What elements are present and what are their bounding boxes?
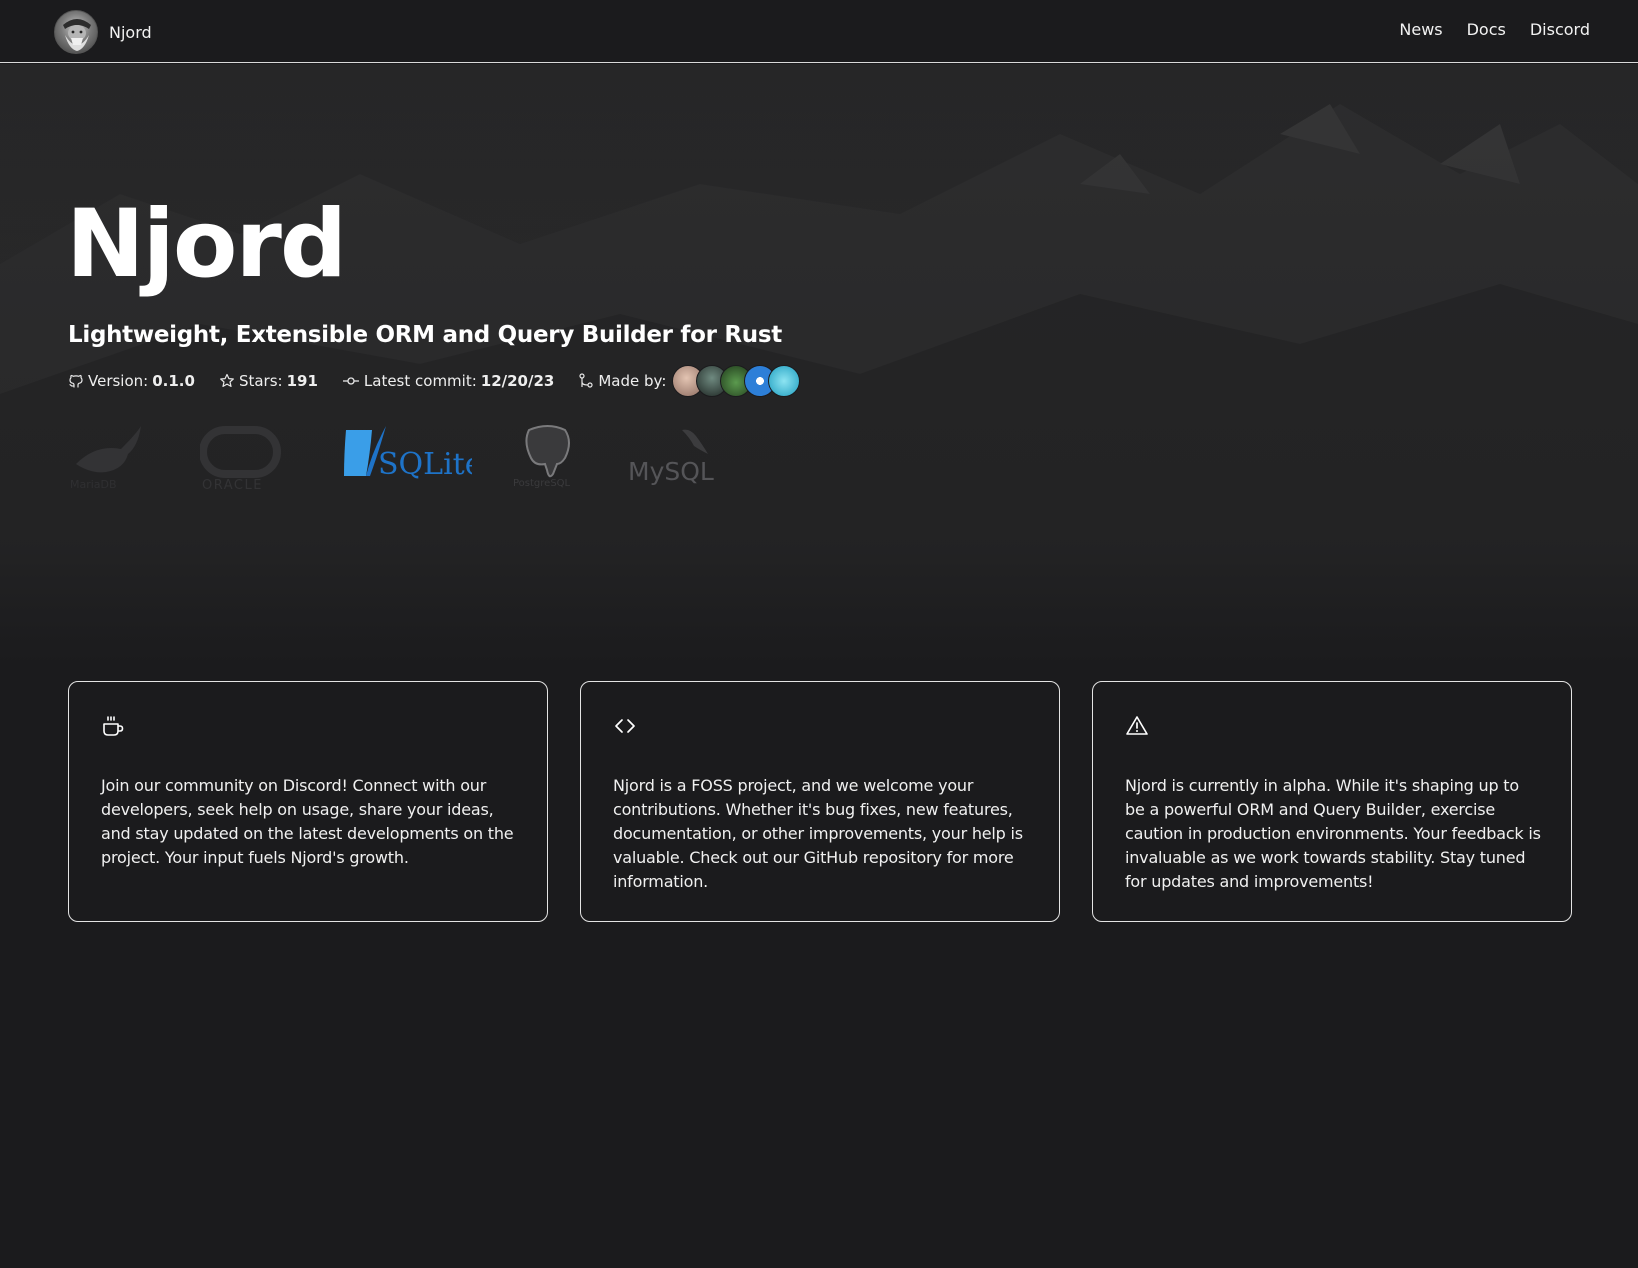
nav-link-docs[interactable]: Docs [1467, 20, 1506, 39]
mysql-logo: MySQL [628, 429, 714, 486]
contributors-info: Made by: [578, 365, 801, 397]
njord-logo-icon [54, 10, 98, 54]
svg-text:ORACLE: ORACLE [202, 478, 263, 492]
stars-info: Stars: 191 [219, 372, 318, 390]
main-nav: News Docs Discord [1399, 20, 1590, 39]
hero-subtitle: Lightweight, Extensible ORM and Query Bu… [68, 322, 782, 348]
contributor-avatar[interactable] [768, 365, 801, 397]
commit-value: 12/20/23 [480, 372, 555, 390]
top-navbar: Njord News Docs Discord [0, 0, 1638, 63]
svg-text:PostgreSQL: PostgreSQL [513, 478, 571, 489]
alpha-warning-card: Njord is currently in alpha. While it's … [1092, 681, 1572, 922]
database-logos: MariaDB ORACLE SQLite PostgreSQL MySQL [66, 424, 746, 524]
version-value: 0.1.0 [152, 372, 195, 390]
contributor-avatars [672, 365, 801, 397]
stars-value: 191 [286, 372, 318, 390]
git-branch-icon [579, 373, 593, 388]
commit-info: Latest commit: 12/20/23 [342, 372, 554, 390]
svg-text:SQLite: SQLite [378, 447, 472, 482]
version-label: Version: [88, 372, 149, 390]
contribute-card: Njord is a FOSS project, and we welcome … [580, 681, 1060, 922]
coffee-cup-icon [103, 716, 124, 736]
brand-name: Njord [109, 22, 152, 42]
repo-meta: Version: 0.1.0 Stars: 191 Latest commit:… [68, 364, 824, 398]
discord-card-text: Join our community on Discord! Connect w… [101, 776, 514, 867]
brand-link[interactable]: Njord [54, 10, 152, 54]
warning-triangle-icon [1126, 716, 1148, 735]
commit-label: Latest commit: [363, 372, 477, 390]
made-by-label: Made by: [598, 372, 667, 390]
sqlite-logo: SQLite [344, 426, 472, 482]
nav-link-news[interactable]: News [1399, 20, 1442, 39]
postgresql-logo: PostgreSQL [513, 425, 571, 489]
hero-section: Njord Lightweight, Extensible ORM and Qu… [0, 64, 1638, 664]
stars-label: Stars: [238, 372, 283, 390]
github-icon [69, 374, 83, 388]
version-info: Version: 0.1.0 [68, 372, 195, 390]
svg-text:MySQL: MySQL [628, 457, 714, 486]
alpha-warning-card-text: Njord is currently in alpha. While it's … [1125, 776, 1541, 891]
contribute-card-text: Njord is a FOSS project, and we welcome … [613, 776, 1023, 891]
git-commit-icon [342, 377, 359, 385]
mariadb-logo: MariaDB [70, 426, 141, 491]
hero-title: Njord [66, 190, 347, 299]
star-icon [220, 373, 234, 387]
nav-link-discord[interactable]: Discord [1530, 20, 1590, 39]
code-brackets-icon [615, 719, 635, 733]
discord-card: Join our community on Discord! Connect w… [68, 681, 548, 922]
oracle-logo: ORACLE [200, 426, 281, 492]
svg-text:MariaDB: MariaDB [70, 478, 117, 491]
